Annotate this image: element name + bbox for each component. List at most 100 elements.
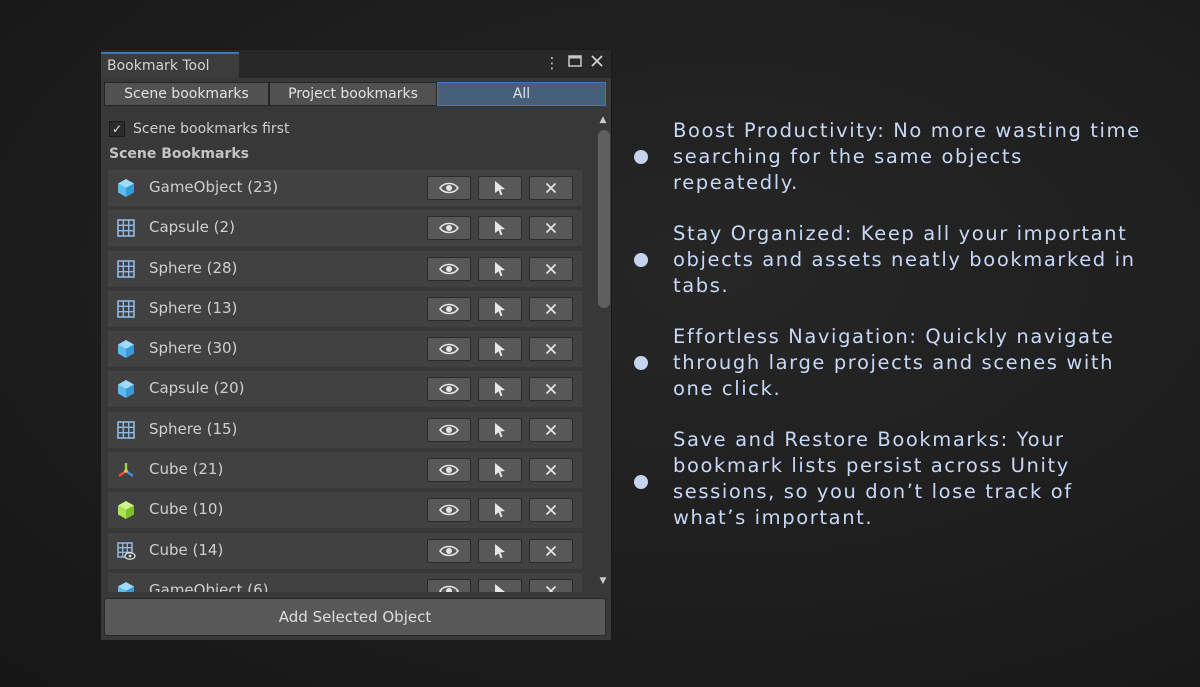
eye-icon: [439, 503, 459, 517]
vertical-scrollbar[interactable]: ▲ ▼: [595, 114, 611, 590]
add-selected-object-button[interactable]: Add Selected Object: [104, 598, 606, 636]
scroll-up-icon[interactable]: ▲: [595, 114, 611, 126]
select-object-button[interactable]: [478, 337, 522, 362]
remove-bookmark-button[interactable]: [529, 538, 573, 563]
remove-bookmark-button[interactable]: [529, 337, 573, 362]
bookmark-row[interactable]: Capsule (20): [108, 371, 582, 408]
scroll-thumb[interactable]: [598, 130, 610, 308]
select-object-button[interactable]: [478, 538, 522, 563]
remove-x-icon: [545, 222, 557, 234]
select-arrow-icon: [493, 462, 507, 478]
bookmark-list: ✓ Scene bookmarks first Scene Bookmarks …: [106, 114, 586, 592]
select-object-button[interactable]: [478, 256, 522, 281]
window-tab-title[interactable]: Bookmark Tool: [101, 52, 239, 78]
ping-visibility-button[interactable]: [427, 176, 471, 200]
bookmark-label[interactable]: Sphere (15): [149, 419, 237, 439]
ping-visibility-button[interactable]: [427, 458, 471, 483]
remove-x-icon: [545, 343, 557, 355]
bookmark-row[interactable]: Sphere (13): [108, 290, 582, 327]
eye-icon: [439, 221, 459, 235]
bookmark-label[interactable]: Cube (10): [149, 499, 223, 519]
bookmark-label[interactable]: Sphere (13): [149, 298, 237, 318]
remove-bookmark-button[interactable]: [529, 458, 573, 483]
select-object-button[interactable]: [478, 498, 522, 523]
remove-bookmark-button[interactable]: [529, 377, 573, 402]
select-arrow-icon: [493, 583, 507, 592]
tab-scene-bookmarks[interactable]: Scene bookmarks: [104, 82, 269, 106]
bookmark-row[interactable]: Cube (10): [108, 492, 582, 529]
kebab-menu-icon[interactable]: ⋮: [543, 54, 561, 72]
bookmark-label[interactable]: Sphere (30): [149, 338, 237, 358]
bookmark-row[interactable]: GameObject (23): [108, 170, 582, 206]
remove-bookmark-button[interactable]: [529, 216, 573, 241]
cube-blue-icon: [116, 581, 136, 592]
eye-icon: [439, 382, 459, 396]
close-icon[interactable]: [588, 54, 606, 72]
select-object-button[interactable]: [478, 216, 522, 241]
select-arrow-icon: [493, 180, 507, 196]
remove-bookmark-button[interactable]: [529, 578, 573, 592]
eye-icon: [439, 302, 459, 316]
feature-text: Save and Restore Bookmarks: Your bookmar…: [673, 428, 1073, 529]
ping-visibility-button[interactable]: [427, 578, 471, 592]
remove-bookmark-button[interactable]: [529, 256, 573, 281]
bookmark-row[interactable]: Cube (14): [108, 532, 582, 569]
ping-visibility-button[interactable]: [427, 538, 471, 563]
bookmark-label[interactable]: Capsule (2): [149, 217, 235, 237]
bookmark-row[interactable]: Sphere (28): [108, 250, 582, 287]
select-object-button[interactable]: [478, 417, 522, 442]
bookmark-tabs: Scene bookmarks Project bookmarks All: [104, 82, 608, 106]
select-object-button[interactable]: [478, 176, 522, 200]
remove-bookmark-button[interactable]: [529, 498, 573, 523]
select-object-button[interactable]: [478, 296, 522, 321]
remove-bookmark-button[interactable]: [529, 176, 573, 200]
ping-visibility-button[interactable]: [427, 498, 471, 523]
mesh-eye-icon: [116, 541, 136, 561]
select-arrow-icon: [493, 301, 507, 317]
maximize-icon[interactable]: [566, 54, 584, 72]
bookmark-row[interactable]: GameObject (6): [108, 572, 582, 592]
bookmark-row[interactable]: Sphere (15): [108, 411, 582, 448]
bookmark-label[interactable]: Sphere (28): [149, 258, 237, 278]
ping-visibility-button[interactable]: [427, 417, 471, 442]
bookmark-row[interactable]: Capsule (2): [108, 210, 582, 247]
bookmark-label[interactable]: Cube (21): [149, 459, 223, 479]
select-object-button[interactable]: [478, 377, 522, 402]
scene-first-toggle[interactable]: ✓ Scene bookmarks first: [109, 120, 289, 138]
remove-bookmark-button[interactable]: [529, 296, 573, 321]
ping-visibility-button[interactable]: [427, 337, 471, 362]
feature-text: Effortless Navigation: Quickly navigate …: [673, 325, 1115, 400]
bookmark-row[interactable]: Sphere (30): [108, 331, 582, 368]
window-titlebar: Bookmark Tool ⋮: [101, 50, 611, 78]
eye-icon: [439, 181, 459, 195]
eye-icon: [439, 342, 459, 356]
eye-icon: [439, 544, 459, 558]
ping-visibility-button[interactable]: [427, 256, 471, 281]
bookmark-label[interactable]: Cube (14): [149, 540, 223, 560]
bookmark-label[interactable]: GameObject (23): [149, 177, 278, 197]
mesh-grid-icon: [116, 218, 136, 238]
select-arrow-icon: [493, 422, 507, 438]
bullet-dot-icon: [634, 356, 648, 370]
scene-first-label: Scene bookmarks first: [133, 121, 290, 137]
tab-project-bookmarks[interactable]: Project bookmarks: [269, 82, 437, 106]
ping-visibility-button[interactable]: [427, 216, 471, 241]
scene-first-checkbox[interactable]: ✓: [109, 121, 125, 137]
ping-visibility-button[interactable]: [427, 377, 471, 402]
select-object-button[interactable]: [478, 458, 522, 483]
mesh-grid-icon: [116, 259, 136, 279]
bookmark-tool-window: Bookmark Tool ⋮ Scene bookmarks Project …: [100, 49, 612, 641]
remove-x-icon: [545, 545, 557, 557]
eye-icon: [439, 584, 459, 592]
select-object-button[interactable]: [478, 578, 522, 592]
remove-bookmark-button[interactable]: [529, 417, 573, 442]
ping-visibility-button[interactable]: [427, 296, 471, 321]
bookmark-row[interactable]: Cube (21): [108, 452, 582, 489]
bookmark-label[interactable]: GameObject (6): [149, 580, 269, 592]
remove-x-icon: [545, 182, 557, 194]
bookmark-label[interactable]: Capsule (20): [149, 378, 244, 398]
scroll-down-icon[interactable]: ▼: [595, 575, 611, 587]
eye-icon: [439, 423, 459, 437]
tab-all[interactable]: All: [437, 82, 606, 106]
cube-blue-icon: [116, 379, 136, 399]
